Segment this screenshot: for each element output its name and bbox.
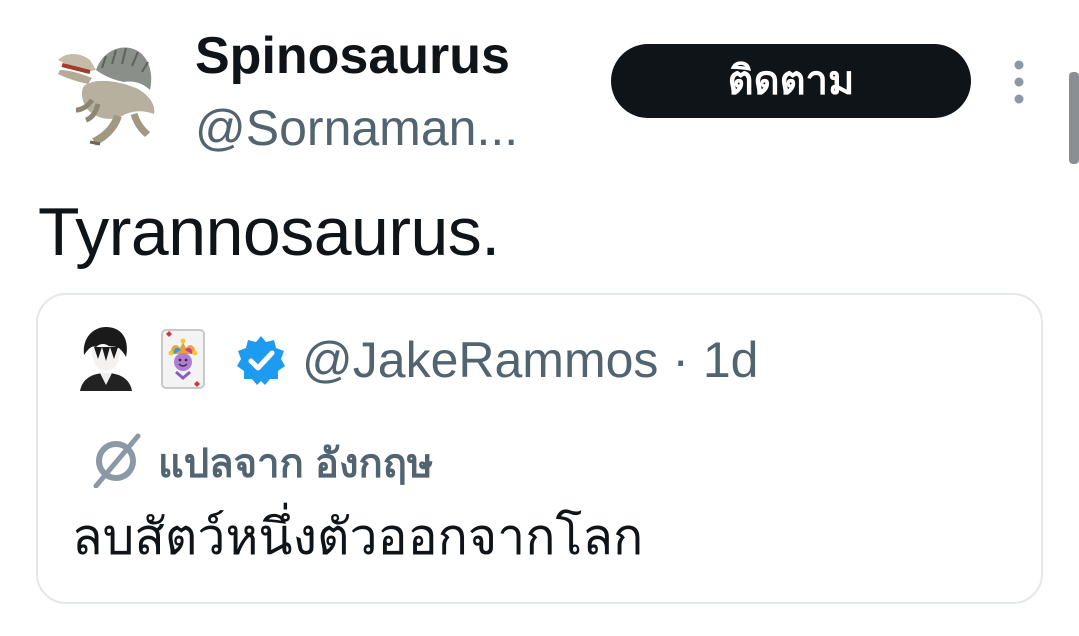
quoted-author-handle[interactable]: @JakeRammos <box>302 332 658 388</box>
author-handle[interactable]: @Sornaman... <box>195 98 518 158</box>
scrollbar-thumb[interactable] <box>1069 72 1079 164</box>
more-vertical-icon[interactable] <box>1006 58 1032 108</box>
quoted-tweet-text: ลบสัตว์หนึ่งตัวออกจากโลก <box>72 509 644 565</box>
author-avatar[interactable] <box>44 30 166 152</box>
joker-card-emoji <box>158 326 208 392</box>
translate-label[interactable]: แปลจาก อังกฤษ <box>158 438 433 490</box>
tweet-detail-view: Spinosaurus @Sornaman... ติดตาม Tyrannos… <box>0 0 1079 636</box>
spinosaurus-avatar-image <box>44 30 166 152</box>
tweet-text: Tyrannosaurus. <box>38 194 500 270</box>
quoted-author-avatar[interactable] <box>76 325 134 391</box>
quoted-tweet-time[interactable]: 1d <box>703 332 759 388</box>
quoted-tweet-meta: @JakeRammos · 1d <box>302 330 759 390</box>
follow-button[interactable]: ติดตาม <box>611 44 971 118</box>
verified-badge-icon[interactable] <box>235 334 287 386</box>
anime-avatar-image <box>76 325 134 391</box>
author-display-name[interactable]: Spinosaurus <box>195 26 510 86</box>
translate-icon <box>88 432 144 489</box>
meta-separator: · <box>672 332 689 388</box>
